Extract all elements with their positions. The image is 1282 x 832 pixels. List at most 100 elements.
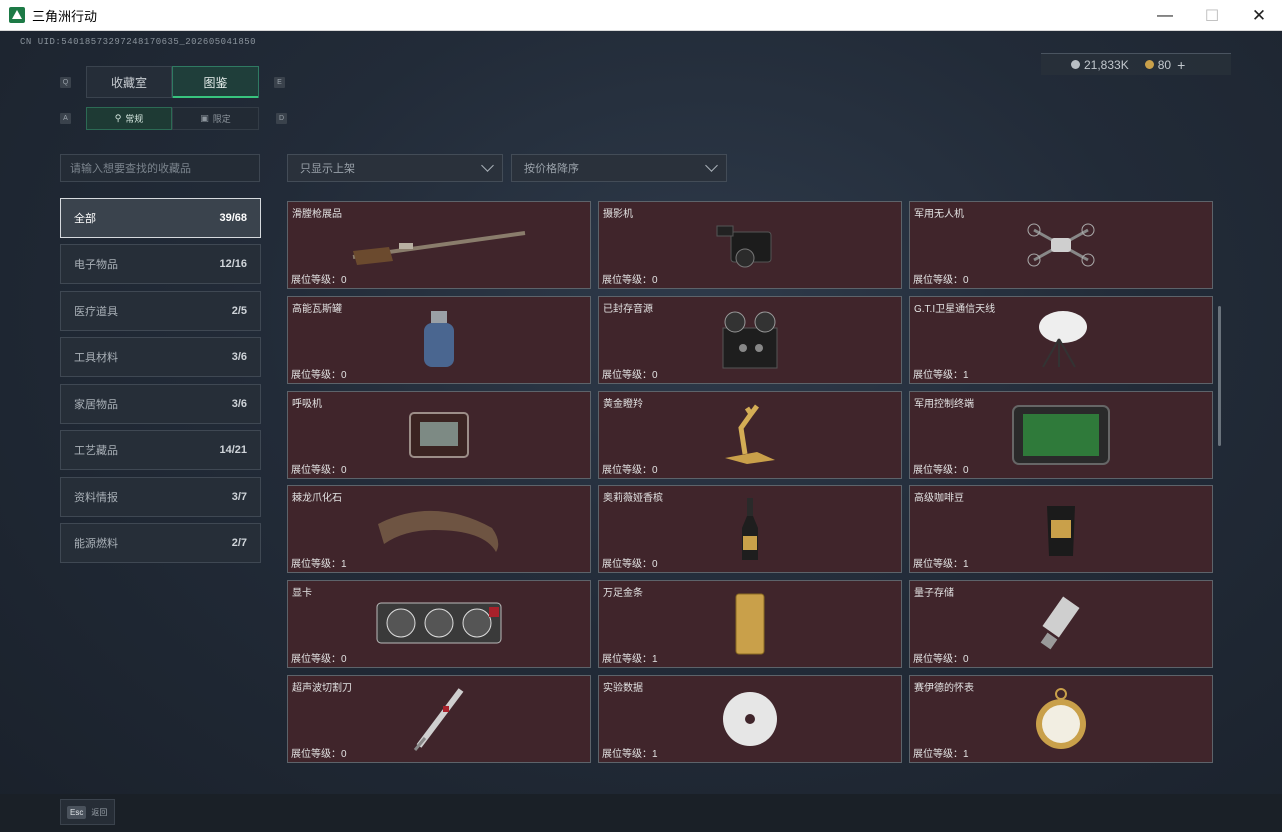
- booth-level: 展位等级：1: [291, 559, 347, 570]
- collectible-card[interactable]: 显卡 展位等级：0: [287, 580, 591, 668]
- bottom-bar: [0, 794, 1282, 832]
- close-button[interactable]: ✕: [1236, 0, 1282, 31]
- scalpel-icon: [288, 688, 590, 751]
- category-item[interactable]: 家居物品 3/6: [60, 384, 261, 424]
- maximize-button[interactable]: ☐: [1189, 0, 1235, 31]
- category-count: 3/7: [231, 491, 247, 503]
- back-button[interactable]: Esc 返回: [60, 799, 115, 825]
- chevron-down-icon: [481, 159, 494, 172]
- collectible-card[interactable]: 军用无人机 展位等级：0: [909, 201, 1213, 289]
- sort-dropdown[interactable]: 按价格降序: [511, 154, 727, 182]
- booth-level: 展位等级：0: [913, 465, 969, 476]
- category-item[interactable]: 工艺藏品 14/21: [60, 430, 261, 470]
- booth-level: 展位等级：0: [602, 370, 658, 381]
- gold-coin-icon: [1144, 60, 1154, 69]
- booth-level: 展位等级：0: [602, 275, 658, 286]
- category-label: 能源燃料: [74, 538, 118, 550]
- booth-level: 展位等级：0: [602, 465, 658, 476]
- category-label: 工艺藏品: [74, 445, 118, 457]
- collectible-card[interactable]: 呼吸机 展位等级：0: [287, 391, 591, 479]
- category-label: 医疗道具: [74, 306, 118, 318]
- category-count: 3/6: [231, 351, 247, 363]
- booth-level: 展位等级：1: [602, 654, 658, 665]
- category-item[interactable]: 医疗道具 2/5: [60, 291, 261, 331]
- tape-recorder-icon: [599, 311, 901, 369]
- ventilator-icon: [288, 406, 590, 464]
- collectible-card[interactable]: 摄影机 展位等级：0: [598, 201, 902, 289]
- currency-silver-value: 21,833K: [1084, 57, 1129, 72]
- collectible-card[interactable]: 高能瓦斯罐 展位等级：0: [287, 296, 591, 384]
- add-currency-button[interactable]: +: [1177, 57, 1185, 73]
- subtab-limited-label: 限定: [212, 114, 231, 124]
- minimize-button[interactable]: —: [1142, 0, 1188, 31]
- category-item[interactable]: 能源燃料 2/7: [60, 523, 261, 563]
- control-terminal-icon: [910, 405, 1212, 465]
- category-label: 全部: [74, 213, 96, 225]
- gold-bar-icon: [599, 593, 901, 655]
- subtab-limited[interactable]: ▣ 限定: [172, 107, 259, 130]
- shelf-filter-dropdown[interactable]: 只显示上架: [287, 154, 503, 182]
- collectible-card[interactable]: 奥莉薇娅香槟 展位等级：0: [598, 485, 902, 573]
- category-count: 12/16: [219, 258, 247, 270]
- tab-prev-key-hint: Q: [60, 77, 71, 88]
- booth-level: 展位等级：0: [291, 465, 347, 476]
- category-item[interactable]: 全部 39/68: [60, 198, 261, 238]
- esc-key-hint: Esc: [67, 805, 87, 819]
- category-count: 14/21: [219, 444, 247, 456]
- graphics-card-icon: [288, 595, 590, 653]
- tab-catalog[interactable]: 图鉴: [172, 66, 259, 98]
- collectible-card[interactable]: 万足金条 展位等级：1: [598, 580, 902, 668]
- silver-coin-icon: [1071, 60, 1080, 69]
- chevron-down-icon: [705, 159, 718, 172]
- window-title: 三角洲行动: [32, 8, 98, 24]
- subtab-next-key-hint: D: [276, 113, 287, 124]
- tab-collection-room[interactable]: 收藏室: [86, 66, 172, 98]
- satellite-dish-icon: [910, 311, 1212, 369]
- collectible-card[interactable]: 赛伊德的怀表 展位等级：1: [909, 675, 1213, 763]
- category-count: 2/7: [231, 537, 247, 549]
- back-label: 返回: [91, 807, 108, 817]
- collectible-card[interactable]: 超声波切割刀 展位等级：0: [287, 675, 591, 763]
- musket-icon: [288, 216, 590, 274]
- category-item[interactable]: 资料情报 3/7: [60, 477, 261, 517]
- collectible-card[interactable]: 黄金瞪羚 展位等级：0: [598, 391, 902, 479]
- category-item[interactable]: 电子物品 12/16: [60, 244, 261, 284]
- category-count: 39/68: [219, 212, 247, 224]
- collectible-card[interactable]: 军用控制终端 展位等级：0: [909, 391, 1213, 479]
- subtab-regular[interactable]: ⚲ 常规: [86, 107, 172, 130]
- app-logo-icon: [9, 7, 25, 23]
- box-icon: ▣: [200, 113, 209, 123]
- claw-fossil-icon: [288, 500, 590, 558]
- sort-value: 按价格降序: [524, 163, 579, 175]
- booth-level: 展位等级：0: [291, 749, 347, 760]
- collectible-card[interactable]: 实验数据 展位等级：1: [598, 675, 902, 763]
- category-count: 2/5: [231, 305, 247, 317]
- uid-label: CN UID:540185732972481706​35_20260504185…: [20, 37, 257, 47]
- category-count: 3/6: [231, 398, 247, 410]
- category-label: 工具材料: [74, 352, 118, 364]
- collectible-card[interactable]: 滑膛枪展品 展位等级：0: [287, 201, 591, 289]
- game-area: CN UID:540185732972481706​35_20260504185…: [0, 31, 1282, 832]
- booth-level: 展位等级：0: [913, 654, 969, 665]
- category-label: 资料情报: [74, 492, 118, 504]
- category-item[interactable]: 工具材料 3/6: [60, 337, 261, 377]
- golden-gazelle-icon: [599, 404, 901, 464]
- tab-next-key-hint: E: [274, 77, 285, 88]
- window-title-bar: 三角洲行动 — ☐ ✕: [0, 0, 1282, 31]
- collectible-card[interactable]: 量子存储 展位等级：0: [909, 580, 1213, 668]
- usb-drive-icon: [910, 595, 1212, 653]
- booth-level: 展位等级：1: [913, 749, 969, 760]
- collectible-card[interactable]: G.T.I卫星通信天线 展位等级：1: [909, 296, 1213, 384]
- booth-level: 展位等级：0: [602, 559, 658, 570]
- subtab-regular-label: 常规: [125, 114, 144, 124]
- collectible-card[interactable]: 高级咖啡豆 展位等级：1: [909, 485, 1213, 573]
- booth-level: 展位等级：0: [291, 654, 347, 665]
- collectible-card[interactable]: 已封存音源 展位等级：0: [598, 296, 902, 384]
- search-input[interactable]: 请输入想要查找的收藏品: [60, 154, 260, 182]
- shelf-filter-value: 只显示上架: [300, 163, 355, 175]
- pocket-watch-icon: [910, 688, 1212, 749]
- collectible-card[interactable]: 棘龙爪化石 展位等级：1: [287, 485, 591, 573]
- booth-level: 展位等级：0: [291, 275, 347, 286]
- grid-scrollbar[interactable]: [1218, 306, 1221, 446]
- booth-level: 展位等级：0: [291, 370, 347, 381]
